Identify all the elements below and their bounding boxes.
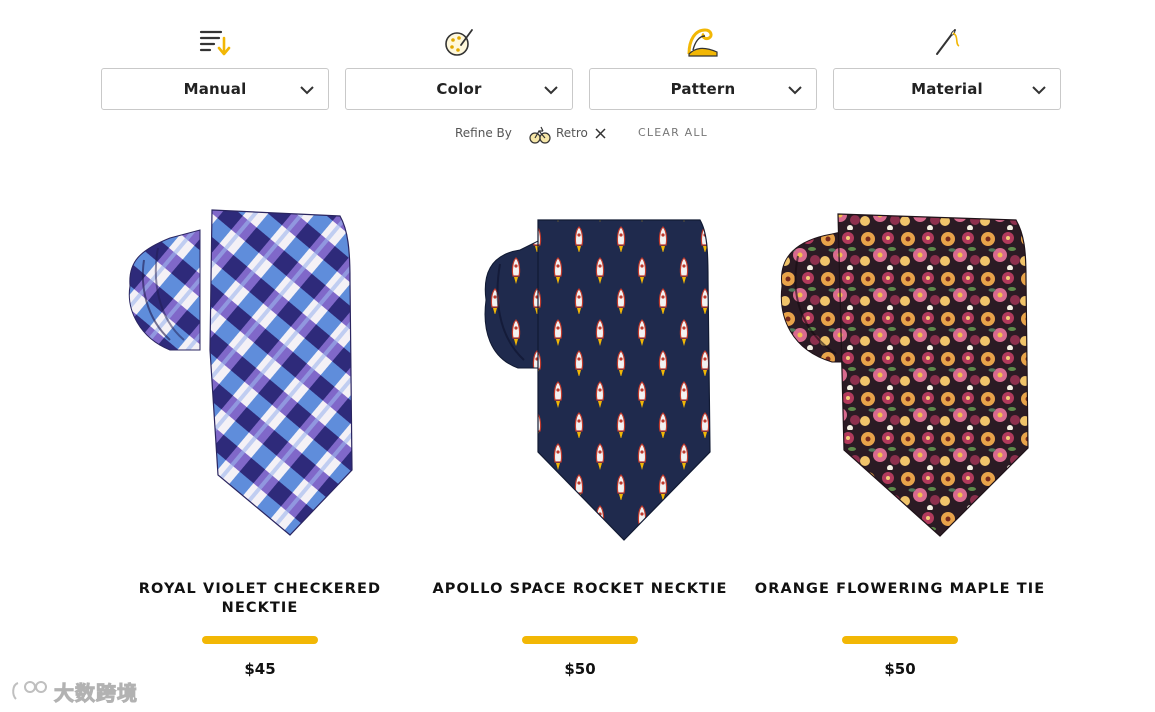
product-price: $45 bbox=[244, 660, 276, 678]
color-select-label: Color bbox=[436, 80, 482, 98]
product-name[interactable]: APOLLO SPACE ROCKET NECKTIE bbox=[430, 580, 730, 599]
chevron-down-icon bbox=[788, 86, 802, 95]
accent-bar bbox=[522, 636, 638, 644]
retro-bicycle-icon bbox=[529, 126, 551, 144]
watermark-text: 大数跨境 bbox=[54, 680, 138, 705]
close-icon[interactable] bbox=[594, 127, 607, 140]
product-card: ROYAL VIOLET CHECKERED NECKTIE $45 bbox=[100, 190, 420, 690]
watermark-logo-icon bbox=[12, 681, 47, 700]
needle-thread-icon bbox=[936, 29, 960, 55]
pattern-select[interactable]: Pattern bbox=[589, 68, 817, 110]
product-price: $50 bbox=[884, 660, 916, 678]
sort-select-label: Manual bbox=[183, 80, 247, 98]
color-select[interactable]: Color bbox=[345, 68, 573, 110]
product-image[interactable] bbox=[420, 190, 740, 550]
refine-bar: Refine By Retro CLEAR ALL bbox=[0, 123, 1155, 145]
filter-bar: Manual Color Pattern Material bbox=[101, 24, 1061, 114]
floral-tie-image bbox=[780, 213, 1029, 537]
product-name[interactable]: ORANGE FLOWERING MAPLE TIE bbox=[750, 580, 1050, 599]
product-name[interactable]: ROYAL VIOLET CHECKERED NECKTIE bbox=[110, 580, 410, 618]
chevron-down-icon bbox=[1032, 86, 1046, 95]
chevron-down-icon bbox=[544, 86, 558, 95]
watermark: 大数跨境 bbox=[10, 676, 138, 706]
material-select[interactable]: Material bbox=[833, 68, 1061, 110]
accent-bar bbox=[842, 636, 958, 644]
accent-bar bbox=[202, 636, 318, 644]
chevron-down-icon bbox=[300, 86, 314, 95]
product-image[interactable] bbox=[100, 190, 420, 550]
product-image[interactable] bbox=[740, 190, 1060, 550]
sort-icon bbox=[199, 30, 231, 56]
refine-by-label: Refine By bbox=[455, 126, 512, 140]
sort-select[interactable]: Manual bbox=[101, 68, 329, 110]
product-price: $50 bbox=[564, 660, 596, 678]
pattern-select-label: Pattern bbox=[670, 80, 736, 98]
product-card: ORANGE FLOWERING MAPLE TIE $50 bbox=[740, 190, 1060, 690]
material-select-label: Material bbox=[911, 80, 983, 98]
wave-pattern-icon bbox=[687, 28, 718, 57]
product-card: APOLLO SPACE ROCKET NECKTIE $50 bbox=[420, 190, 740, 690]
checkered-tie-image bbox=[128, 209, 353, 536]
rocket-tie-image bbox=[484, 219, 711, 541]
color-palette-icon bbox=[445, 29, 473, 56]
active-filter-retro: Retro bbox=[556, 126, 588, 140]
clear-all-link[interactable]: CLEAR ALL bbox=[638, 126, 708, 139]
